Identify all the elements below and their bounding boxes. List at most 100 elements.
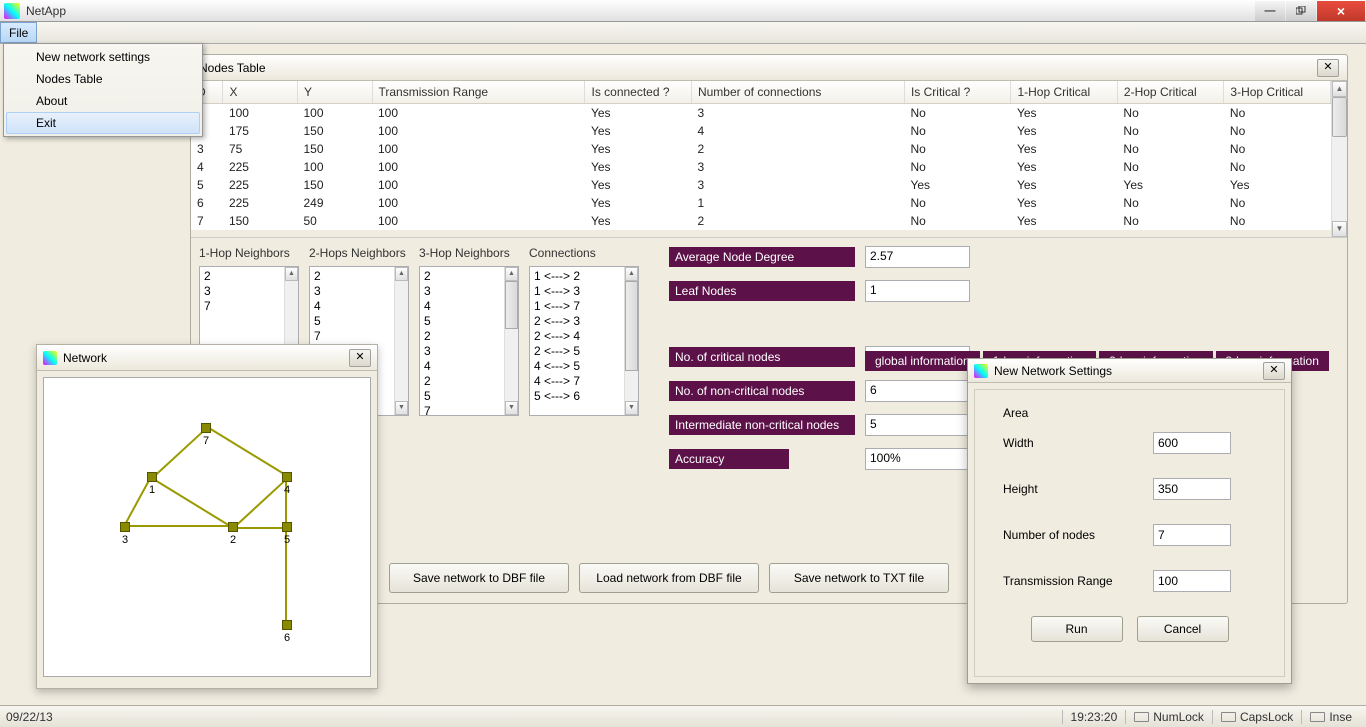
list-item[interactable]: 4 [314,299,404,314]
list-item[interactable]: 2 [424,269,514,284]
table-row[interactable]: 2175150100Yes4NoYesNoNo [191,122,1331,140]
scroll-up-icon[interactable]: ▲ [1332,81,1347,97]
col-y[interactable]: Y [297,81,372,104]
list-item[interactable]: 4 [424,359,514,374]
list-item[interactable]: 1 <---> 7 [534,299,634,314]
list-item[interactable]: 5 [424,314,514,329]
close-button[interactable]: × [1317,1,1365,21]
list-item[interactable]: 1 <---> 3 [534,284,634,299]
settings-dialog-close-button[interactable]: ✕ [1263,362,1285,380]
network-canvas: 1234567 [43,377,371,677]
list-item[interactable]: 2 [314,269,404,284]
edge [125,525,233,527]
noncritical-nodes-label: No. of non-critical nodes [669,381,855,401]
status-capslock: CapsLock [1212,710,1301,724]
connections-label: Connections [529,246,639,260]
list-item[interactable]: 3 [314,284,404,299]
nodes-table-close-button[interactable]: ✕ [1317,59,1339,77]
file-dropdown: New network settings Nodes Table About E… [3,43,203,137]
table-row[interactable]: 4225100100Yes3NoYesNoNo [191,158,1331,176]
cancel-button[interactable]: Cancel [1137,616,1229,642]
width-label: Width [1003,436,1153,450]
list-item[interactable]: 3 [204,284,294,299]
menu-about[interactable]: About [6,90,200,112]
network-window-close-button[interactable]: ✕ [349,349,371,367]
edge [206,426,288,477]
list-item[interactable]: 5 [314,314,404,329]
range-input[interactable] [1153,570,1231,592]
save-txt-button[interactable]: Save network to TXT file [769,563,949,593]
nodes-table[interactable]: D X Y Transmission Range Is connected ? … [191,81,1331,230]
height-input[interactable] [1153,478,1231,500]
run-button[interactable]: Run [1031,616,1123,642]
col-hop1[interactable]: 1-Hop Critical [1011,81,1117,104]
list-item[interactable]: 5 [424,389,514,404]
list-item[interactable]: 4 [424,299,514,314]
list-item[interactable]: 2 <---> 5 [534,344,634,359]
list-item[interactable]: 4 <---> 7 [534,374,634,389]
graph-node [282,620,292,630]
status-inse: Inse [1301,710,1360,724]
graph-node-label: 7 [203,435,209,447]
hop1-neighbors-label: 1-Hop Neighbors [199,246,299,260]
app-icon [4,3,20,19]
table-row[interactable]: 6225249100Yes1NoYesNoNo [191,194,1331,212]
main-titlebar: NetApp — × [0,0,1366,22]
list-item[interactable]: 5 <---> 6 [534,389,634,404]
accuracy-label: Accuracy [669,449,789,469]
connections-list[interactable]: 1 <---> 21 <---> 31 <---> 72 <---> 32 <-… [529,266,639,416]
table-scrollbar[interactable]: ▲ ▼ [1331,81,1347,237]
col-x[interactable]: X [223,81,298,104]
col-nconn[interactable]: Number of connections [691,81,904,104]
scroll-down-icon[interactable]: ▼ [1332,221,1347,237]
leaf-nodes-value: 1 [865,280,970,302]
col-hop2[interactable]: 2-Hop Critical [1117,81,1223,104]
menu-exit[interactable]: Exit [6,112,200,134]
workarea: Nodes Table ✕ D X Y Transmission Range I… [0,44,1366,705]
list-item[interactable]: 7 [204,299,294,314]
nnodes-input[interactable] [1153,524,1231,546]
load-dbf-button[interactable]: Load network from DBF file [579,563,759,593]
minimize-button[interactable]: — [1255,1,1285,21]
leaf-nodes-label: Leaf Nodes [669,281,855,301]
graph-node [201,423,211,433]
menu-nodes-table[interactable]: Nodes Table [6,68,200,90]
col-hop3[interactable]: 3-Hop Critical [1224,81,1331,104]
list-item[interactable]: 2 <---> 4 [534,329,634,344]
graph-node [282,472,292,482]
graph-node [120,522,130,532]
width-input[interactable] [1153,432,1231,454]
scroll-thumb[interactable] [1332,97,1347,137]
list-item[interactable]: 7 [424,404,514,416]
intermediate-nodes-value: 5 [865,414,970,436]
list-item[interactable]: 2 <---> 3 [534,314,634,329]
list-item[interactable]: 2 [204,269,294,284]
list-item[interactable]: 3 [424,284,514,299]
hop3-neighbors-list[interactable]: 2345234257 ▲▼ [419,266,519,416]
menu-file[interactable]: File [0,22,37,43]
list-item[interactable]: 3 [424,344,514,359]
maximize-button[interactable] [1286,1,1316,21]
graph-node [147,472,157,482]
tab-global[interactable]: global information [865,351,980,371]
table-row[interactable]: 375150100Yes2NoYesNoNo [191,140,1331,158]
list-item[interactable]: 2 [424,374,514,389]
col-connected[interactable]: Is connected ? [585,81,691,104]
menu-new-settings[interactable]: New network settings [6,46,200,68]
table-row[interactable]: 715050100Yes2NoYesNoNo [191,212,1331,230]
list-item[interactable]: 2 [424,329,514,344]
status-date: 09/22/13 [6,710,53,724]
list-item[interactable]: 4 <---> 5 [534,359,634,374]
settings-dialog-icon [974,364,988,378]
table-row[interactable]: 5225150100Yes3YesYesYesYes [191,176,1331,194]
area-label: Area [1003,406,1153,420]
graph-node-label: 2 [230,534,236,546]
col-range[interactable]: Transmission Range [372,81,585,104]
graph-node-label: 6 [284,632,290,644]
table-row[interactable]: 100100100Yes3NoYesNoNo [191,104,1331,123]
noncritical-nodes-value: 6 [865,380,970,402]
save-dbf-button[interactable]: Save network to DBF file [389,563,569,593]
list-item[interactable]: 7 [314,329,404,344]
list-item[interactable]: 1 <---> 2 [534,269,634,284]
col-critical[interactable]: Is Critical ? [904,81,1010,104]
